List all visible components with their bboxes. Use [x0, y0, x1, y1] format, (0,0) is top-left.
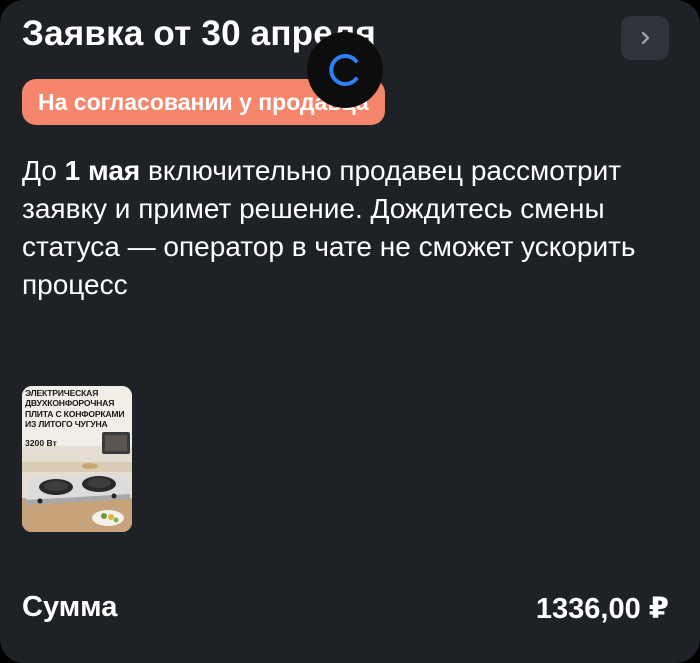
chevron-right-icon — [641, 31, 650, 45]
status-description: До 1 мая включительно продавец рассмотри… — [22, 152, 662, 304]
deadline-date: 1 мая — [64, 155, 141, 186]
description-prefix: До — [22, 155, 65, 186]
order-card[interactable]: Заявка от 30 апреля На согласовании у пр… — [0, 0, 700, 663]
total-label: Сумма — [22, 591, 118, 623]
product-thumbnail[interactable]: ЭЛЕКТРИЧЕСКАЯ ДВУХКОНФОРОЧНАЯ ПЛИТА С КО… — [22, 386, 132, 532]
loading-spinner — [307, 32, 383, 108]
loading-spinner-icon — [329, 54, 358, 86]
product-thumb-power: 3200 Вт — [25, 438, 57, 448]
total-value: 1336,00 ₽ — [535, 593, 669, 625]
product-thumb-title: ЭЛЕКТРИЧЕСКАЯ ДВУХКОНФОРОЧНАЯ ПЛИТА С КО… — [25, 388, 125, 430]
open-order-button[interactable] — [621, 16, 669, 60]
